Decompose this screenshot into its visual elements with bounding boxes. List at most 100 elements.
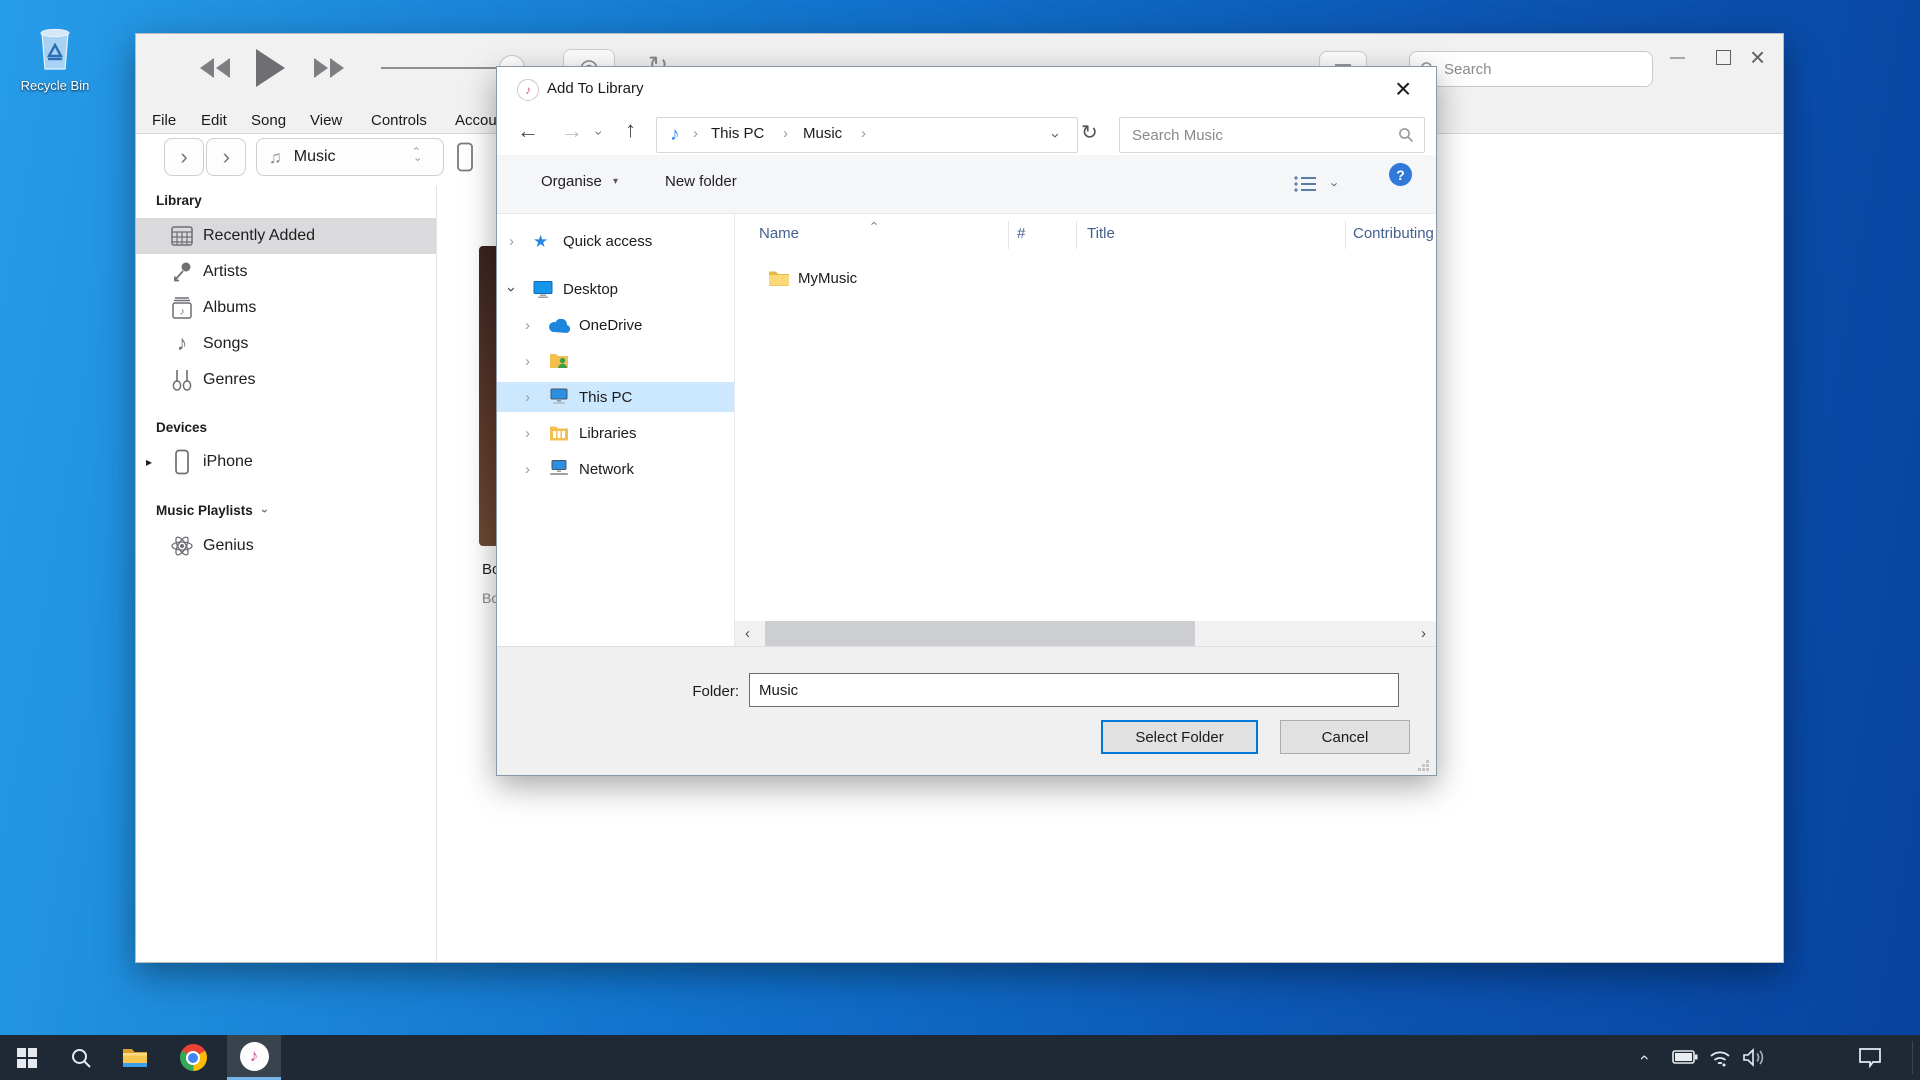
folder-icon [768, 270, 790, 287]
scroll-left-arrow[interactable]: › [735, 621, 760, 646]
search-icon[interactable] [1398, 127, 1414, 143]
column-header-title[interactable]: Title [1087, 225, 1115, 242]
sidebar-item-iphone[interactable]: ▸ iPhone [136, 444, 436, 480]
tree-item-onedrive[interactable]: › OneDrive [497, 310, 734, 340]
nav-up-button[interactable]: ↑ [625, 119, 636, 141]
media-kind-selector[interactable]: ♫ Music › › [256, 138, 444, 176]
dialog-close-button[interactable]: × [1395, 75, 1411, 103]
seek-bar[interactable] [381, 67, 503, 69]
desktop: Recycle Bin ↻ [0, 0, 1920, 1080]
microphone-icon [170, 261, 194, 283]
nav-forward-button[interactable]: → [561, 120, 583, 142]
breadcrumb-this-pc[interactable]: This PC [711, 125, 764, 142]
sidebar-item-albums[interactable]: ♪ Albums [136, 290, 436, 326]
view-mode-chevron[interactable]: › [1329, 182, 1342, 186]
expand-chevron-icon[interactable]: › [525, 462, 530, 477]
dialog-search-box[interactable] [1119, 117, 1425, 153]
expand-chevron-icon[interactable]: › [525, 318, 530, 333]
sidebar-item-recently-added[interactable]: Recently Added [136, 218, 436, 254]
collapse-chevron-icon[interactable]: › [504, 287, 519, 292]
itunes-search-box[interactable] [1409, 51, 1653, 87]
column-divider[interactable] [1076, 221, 1077, 249]
sidebar-playlists-header[interactable]: Music Playlists › [156, 503, 267, 518]
new-folder-button[interactable]: New folder [665, 173, 737, 190]
folder-name-input[interactable] [749, 673, 1399, 707]
menu-controls[interactable]: Controls [371, 112, 427, 129]
expand-chevron-icon[interactable]: › [525, 390, 530, 405]
sidebar-item-genius[interactable]: Genius [136, 528, 436, 564]
horizontal-scrollbar[interactable]: › › [735, 621, 1436, 646]
address-bar[interactable]: ♪ › This PC › Music › › [656, 117, 1078, 153]
tree-item-desktop[interactable]: › Desktop [497, 274, 734, 304]
scrollbar-thumb[interactable] [765, 621, 1195, 646]
view-mode-button[interactable] [1293, 175, 1317, 193]
tree-item-user-folder[interactable]: › [497, 346, 734, 376]
battery-icon[interactable] [1672, 1050, 1698, 1064]
show-desktop-divider[interactable] [1912, 1041, 1913, 1074]
genres-guitars-icon [170, 369, 194, 391]
tree-item-network[interactable]: › Network [497, 454, 734, 484]
user-folder-icon [549, 352, 569, 369]
selector-chevrons-icon: › › [415, 143, 419, 165]
dialog-titlebar[interactable]: ♪ Add To Library × [497, 67, 1436, 111]
help-button[interactable]: ? [1389, 163, 1412, 186]
refresh-button[interactable]: ↻ [1081, 123, 1098, 143]
address-dropdown-chevron[interactable]: › [1048, 133, 1063, 138]
fast-forward-button[interactable] [312, 56, 346, 80]
sidebar-item-songs[interactable]: ♪ Songs [136, 326, 436, 362]
back-button[interactable]: › [164, 138, 204, 176]
menu-edit[interactable]: Edit [201, 112, 227, 129]
crumb-separator[interactable]: › [861, 126, 866, 141]
volume-icon[interactable] [1742, 1048, 1766, 1067]
expand-chevron-icon[interactable]: › [509, 234, 514, 249]
taskbar-search-button[interactable] [58, 1035, 104, 1080]
expand-chevron-icon[interactable]: › [525, 354, 530, 369]
tree-item-quick-access[interactable]: › ★ Quick access [497, 226, 734, 256]
crumb-separator[interactable]: › [693, 126, 698, 141]
tree-item-libraries[interactable]: › Libraries [497, 418, 734, 448]
organise-button[interactable]: Organise ▾ [541, 173, 618, 190]
tree-item-this-pc[interactable]: › This PC [497, 382, 734, 412]
crumb-separator[interactable]: › [783, 126, 788, 141]
sidebar-item-genres[interactable]: Genres [136, 362, 436, 398]
sidebar-item-artists[interactable]: Artists [136, 254, 436, 290]
column-header-name[interactable]: Name [759, 225, 799, 242]
menu-file[interactable]: File [152, 112, 176, 129]
taskbar-itunes-active[interactable]: ♪ [227, 1035, 281, 1080]
column-divider[interactable] [1008, 221, 1009, 249]
file-row-mymusic[interactable]: MyMusic [734, 263, 1436, 293]
select-folder-button[interactable]: Select Folder [1101, 720, 1258, 754]
taskbar-chrome[interactable] [170, 1035, 216, 1080]
column-header-contributing-artists[interactable]: Contributing artists [1353, 225, 1437, 242]
scroll-right-arrow[interactable]: › [1411, 621, 1436, 646]
action-center-icon[interactable] [1858, 1047, 1882, 1068]
menu-view[interactable]: View [310, 112, 342, 129]
device-button[interactable] [454, 142, 476, 172]
close-button[interactable]: × [1750, 44, 1765, 70]
resize-grip[interactable] [1417, 759, 1430, 772]
menu-song[interactable]: Song [251, 112, 286, 129]
expand-chevron-icon[interactable]: › [525, 426, 530, 441]
disclosure-triangle-icon[interactable]: ▸ [146, 456, 152, 468]
wifi-icon[interactable] [1708, 1048, 1732, 1067]
forward-button[interactable]: › [206, 138, 246, 176]
desktop-icon [533, 280, 553, 299]
play-button[interactable] [254, 48, 286, 88]
taskbar-file-explorer[interactable] [112, 1035, 158, 1080]
rewind-button[interactable] [198, 56, 232, 80]
breadcrumb-music[interactable]: Music [803, 125, 842, 142]
nav-back-button[interactable]: ← [517, 120, 539, 142]
tray-expand-chevron[interactable]: › [1634, 1055, 1651, 1061]
dialog-search-input[interactable] [1130, 122, 1384, 148]
column-header-number[interactable]: # [1017, 225, 1025, 242]
itunes-search-input[interactable] [1442, 55, 1646, 83]
maximize-button[interactable] [1716, 50, 1731, 65]
cancel-button[interactable]: Cancel [1280, 720, 1410, 754]
dialog-toolbar: Organise ▾ New folder › ? [497, 155, 1436, 214]
nav-history-chevron[interactable]: › [592, 131, 606, 136]
column-divider[interactable] [1345, 221, 1346, 249]
start-button[interactable] [4, 1035, 50, 1080]
minimize-button[interactable]: — [1670, 50, 1685, 65]
svg-text:♪: ♪ [180, 307, 185, 318]
recycle-bin-shortcut[interactable]: Recycle Bin [25, 22, 85, 108]
